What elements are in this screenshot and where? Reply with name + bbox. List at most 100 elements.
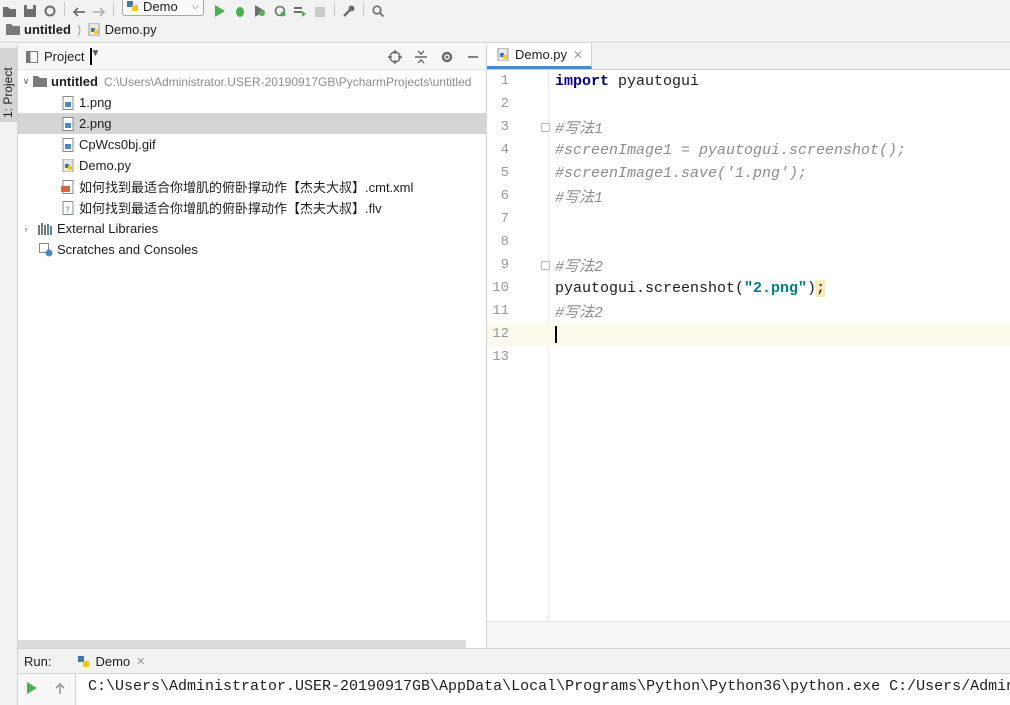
line-number: 6 [500,188,509,204]
left-tool-strip: 1: Project [0,44,18,705]
gear-icon[interactable] [434,45,460,69]
line-number: 7 [500,211,509,227]
editor-panel: Demo.py ✕ 1 2 3 4 5 6 7 8 9 10 11 12 13 import pyaut… [487,43,1010,648]
code-line[interactable]: #screenImage1 = pyautogui.screenshot(); [549,139,1010,162]
debug-icon[interactable] [230,0,250,17]
editor-gutter: 1 2 3 4 5 6 7 8 9 10 11 12 13 [487,70,550,621]
code-token: #screenImage1.save('1.png'); [555,165,808,182]
profile-icon[interactable] [270,0,290,17]
xml-file-icon [60,179,76,195]
line-number: 9 [500,257,509,273]
code-line[interactable] [549,323,1010,346]
tree-item-untitled[interactable]: ∨ untitled C:\Users\Administrator.USER-2… [18,71,487,92]
toolbar-separator [113,1,114,16]
run-tab-label: Demo [95,653,131,669]
code-line[interactable] [549,346,1010,369]
minimize-icon[interactable] [460,45,486,69]
project-panel-header: Project ▼ [18,44,486,70]
code-line[interactable]: #写法1 [549,185,1010,208]
code-line[interactable]: import pyautogui [549,70,1010,93]
open-folder-icon[interactable] [0,0,20,17]
stop-icon[interactable] [310,0,330,17]
tree-item-label: 如何找到最适合你增肌的俯卧撑动作【杰夫大叔】.cmt.xml [79,180,414,195]
python-file-icon [60,158,76,174]
line-number: 13 [492,349,509,365]
tree-item-label: 如何找到最适合你增肌的俯卧撑动作【杰夫大叔】.flv [79,201,382,216]
code-token: #写法2 [555,305,604,322]
chevron-down-icon[interactable]: ▼ [90,48,100,65]
run-panel-label: Run: [24,653,52,669]
tree-item-scratches[interactable]: Scratches and Consoles [18,239,487,260]
toolbar-separator [334,1,335,16]
tree-item-1-png[interactable]: 1.png [18,92,487,113]
code-line[interactable]: #写法1 [549,116,1010,139]
close-icon[interactable]: ✕ [136,655,145,668]
unknown-file-icon: ? [60,200,76,216]
line-number: 12 [492,326,509,342]
python-icon [78,655,90,667]
tree-item-2-png[interactable]: 2.png [18,113,487,134]
tree-item-flv[interactable]: ? 如何找到最适合你增肌的俯卧撑动作【杰夫大叔】.flv [18,197,487,218]
project-tool-window-button[interactable]: 1: Project [0,48,18,122]
forward-arrow-icon[interactable] [89,0,109,17]
arrow-up-icon[interactable] [54,682,66,697]
code-token: "2.png" [744,280,808,297]
tree-item-label: untitled [51,74,98,89]
project-view-icon [26,50,38,63]
line-number: 1 [500,73,509,89]
run-panel-header: Run: Demo ✕ [18,648,1010,674]
project-tool-window-label: 1: Project [1,67,15,118]
code-token: ; [816,280,826,297]
tree-item-external-libraries[interactable]: › External Libraries [18,218,487,239]
code-line[interactable]: pyautogui.screenshot("2.png"); [549,277,1010,300]
tree-item-label: External Libraries [57,221,159,236]
tree-item-gif[interactable]: CpWcs0bj.gif [18,134,487,155]
search-icon[interactable] [368,0,388,17]
project-panel-title[interactable]: Project [44,49,84,64]
code-line[interactable] [549,208,1010,231]
run-tab-demo[interactable]: Demo ✕ [71,648,151,674]
code-token: #写法1 [555,190,604,207]
tree-item-xml[interactable]: 如何找到最适合你增肌的俯卧撑动作【杰夫大叔】.cmt.xml [18,176,487,197]
run-icon[interactable] [210,0,230,17]
run-configuration-select[interactable]: Demo ⌵ [122,0,204,16]
code-token: import [555,73,610,90]
code-line[interactable]: #写法2 [549,300,1010,323]
tab-demo-py[interactable]: Demo.py ✕ [487,43,593,69]
breadcrumb-file[interactable]: Demo.py [88,22,157,37]
code-line[interactable] [549,231,1010,254]
toolbar-separator [64,1,65,16]
code-token: pyautogui.screenshot( [555,280,745,297]
sync-icon[interactable] [40,0,60,17]
project-horizontal-scrollbar[interactable] [18,640,466,648]
tree-item-demo-py[interactable]: Demo.py [18,155,487,176]
breadcrumb-project[interactable]: untitled [6,22,71,37]
breadcrumb-file-label: Demo.py [104,22,157,37]
line-number: 4 [500,142,509,158]
line-number: 3 [500,119,509,135]
code-line[interactable]: #screenImage1.save('1.png'); [549,162,1010,185]
close-icon[interactable]: ✕ [573,48,583,62]
line-number: 2 [500,96,509,112]
editor-horizontal-scrollbar[interactable] [487,621,1010,648]
chevron-down-icon[interactable]: ∨ [20,76,32,87]
back-arrow-icon[interactable] [69,0,89,17]
coverage-icon[interactable] [250,0,270,17]
code-area[interactable]: import pyautogui #写法1 #screenImage1 = pyau… [549,70,1010,621]
folder-icon [32,74,48,90]
wrench-icon[interactable] [339,0,359,17]
code-line[interactable] [549,93,1010,116]
toolbar-separator [363,1,364,16]
rerun-icon[interactable] [26,682,37,697]
save-icon[interactable] [20,0,40,17]
code-line[interactable]: #写法2 [549,254,1010,277]
chevron-down-icon: ⌵ [192,0,199,11]
breadcrumb-project-label: untitled [24,22,71,37]
locate-file-icon[interactable] [382,45,408,69]
tree-item-label: 1.png [79,95,112,110]
code-token: #写法1 [555,121,604,138]
chevron-right-icon[interactable]: › [20,224,32,234]
libraries-icon [38,221,54,237]
build-icon[interactable] [290,0,310,17]
collapse-all-icon[interactable] [408,45,434,69]
